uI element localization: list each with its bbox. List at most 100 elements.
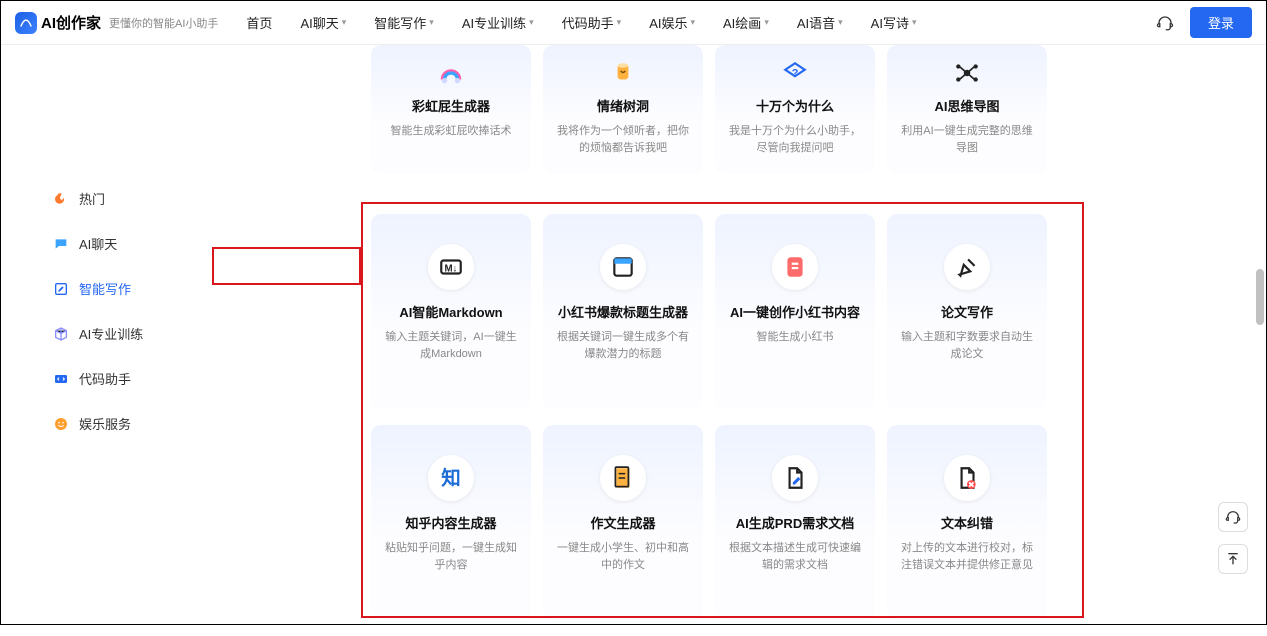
logo-icon <box>15 12 37 34</box>
svg-text:?: ? <box>792 67 799 79</box>
card-title: 文本纠错 <box>897 513 1037 532</box>
card-description: 智能生成彩虹屁吹捧话术 <box>381 123 521 140</box>
card-description: 输入主题关键词，AI一键生成Markdown <box>381 329 521 362</box>
chevron-down-icon: ▾ <box>838 17 843 28</box>
nav-label: AI写诗 <box>871 13 909 32</box>
feature-card[interactable]: AI思维导图利用AI一键生成完整的思维导图 <box>887 45 1047 174</box>
feature-card[interactable]: 情绪树洞我将作为一个倾听者，把你的烦恼都告诉我吧 <box>543 45 703 174</box>
feature-card[interactable]: 论文写作输入主题和字数要求自动生成论文 <box>887 214 1047 409</box>
nav-item-2[interactable]: 智能写作▾ <box>374 13 434 32</box>
sidebar-item-cube[interactable]: AI专业训练 <box>37 314 171 353</box>
sidebar-item-label: 娱乐服务 <box>79 414 131 433</box>
window-icon <box>600 244 646 290</box>
feature-card[interactable]: M↓ AI智能Markdown 输入主题关键词，AI一键生成Markdown <box>371 214 531 409</box>
sidebar-item-label: 热门 <box>79 189 105 208</box>
chevron-down-icon: ▾ <box>617 17 622 28</box>
nav-label: AI绘画 <box>723 13 761 32</box>
card-title: 彩虹屁生成器 <box>381 96 521 115</box>
login-button[interactable]: 登录 <box>1190 7 1252 38</box>
scrollbar-track[interactable] <box>1254 45 1264 622</box>
feature-card[interactable]: 文本纠错对上传的文本进行校对，标注错误文本并提供修正意见 <box>887 425 1047 620</box>
float-buttons <box>1218 502 1248 574</box>
chevron-down-icon: ▾ <box>764 17 769 28</box>
sidebar-item-flame[interactable]: 热门 <box>37 179 171 218</box>
nav-item-0[interactable]: 首页 <box>246 13 272 32</box>
fileedit-icon <box>772 455 818 501</box>
card-description: 粘贴知乎问题，一键生成知乎内容 <box>381 540 521 573</box>
nav-label: 首页 <box>246 13 272 32</box>
card-description: 我是十万个为什么小助手，尽管向我提问吧 <box>725 123 865 156</box>
pen-icon <box>944 244 990 290</box>
card-description: 我将作为一个倾听者，把你的烦恼都告诉我吧 <box>553 123 693 156</box>
nav-item-6[interactable]: AI绘画▾ <box>723 13 769 32</box>
float-back-to-top-button[interactable] <box>1218 544 1248 574</box>
question-icon: ? <box>725 60 865 86</box>
paper-icon <box>600 455 646 501</box>
card-row-mid: M↓ AI智能Markdown 输入主题关键词，AI一键生成Markdown 小红书爆… <box>241 214 1246 409</box>
brand-name: AI创作家 <box>41 12 101 33</box>
chevron-down-icon: ▾ <box>690 17 695 28</box>
card-title: 小红书爆款标题生成器 <box>553 302 693 321</box>
sidebar-item-smile[interactable]: 娱乐服务 <box>37 404 171 443</box>
nav-item-1[interactable]: AI聊天▾ <box>300 13 346 32</box>
feature-card[interactable]: 知知乎内容生成器粘贴知乎问题，一键生成知乎内容 <box>371 425 531 620</box>
chevron-down-icon: ▾ <box>429 17 434 28</box>
card-description: 利用AI一键生成完整的思维导图 <box>897 123 1037 156</box>
float-support-button[interactable] <box>1218 502 1248 532</box>
doc-icon <box>772 244 818 290</box>
sidebar-item-label: AI聊天 <box>79 234 117 253</box>
nav-label: 代码助手 <box>562 13 614 32</box>
zhi-icon: 知 <box>428 455 474 501</box>
card-description: 根据文本描述生成可快速编辑的需求文档 <box>725 540 865 573</box>
top-bar: AI创作家 更懂你的智能AI小助手 首页AI聊天▾智能写作▾AI专业训练▾代码助… <box>1 1 1266 45</box>
card-title: AI智能Markdown <box>381 302 521 321</box>
feature-card[interactable]: AI一键创作小红书内容智能生成小红书 <box>715 214 875 409</box>
nav-label: AI娱乐 <box>649 13 687 32</box>
card-description: 智能生成小红书 <box>725 329 865 346</box>
card-title: 作文生成器 <box>553 513 693 532</box>
feature-card[interactable]: 小红书爆款标题生成器根据关键词一键生成多个有爆款潜力的标题 <box>543 214 703 409</box>
nav-item-5[interactable]: AI娱乐▾ <box>649 13 695 32</box>
svg-text:M↓: M↓ <box>445 263 458 274</box>
feature-card[interactable]: ? 十万个为什么我是十万个为什么小助手，尽管向我提问吧 <box>715 45 875 174</box>
scrollbar-thumb[interactable] <box>1256 269 1264 325</box>
brand-logo[interactable]: AI创作家 <box>15 12 101 34</box>
card-row-bot: 知知乎内容生成器粘贴知乎问题，一键生成知乎内容作文生成器一键生成小学生、初中和高… <box>241 425 1246 620</box>
sidebar-item-label: AI专业训练 <box>79 324 143 343</box>
cube-icon <box>53 326 69 342</box>
card-title: 情绪树洞 <box>553 96 693 115</box>
card-title: 十万个为什么 <box>725 96 865 115</box>
feature-card[interactable]: 彩虹屁生成器智能生成彩虹屁吹捧话术 <box>371 45 531 174</box>
feature-card[interactable]: 作文生成器一键生成小学生、初中和高中的作文 <box>543 425 703 620</box>
chevron-down-icon: ▾ <box>529 17 534 28</box>
sidebar-item-label: 智能写作 <box>79 279 131 298</box>
card-title: AI一键创作小红书内容 <box>725 302 865 321</box>
feature-card[interactable]: AI生成PRD需求文档根据文本描述生成可快速编辑的需求文档 <box>715 425 875 620</box>
nav-item-7[interactable]: AI语音▾ <box>797 13 843 32</box>
sidebar-item-chat[interactable]: AI聊天 <box>37 224 171 263</box>
mindmap-icon <box>897 60 1037 86</box>
cup-icon <box>553 60 693 86</box>
main-area: 热门 AI聊天智能写作 AI专业训练代码助手娱乐服务 彩虹屁生成器智能生成彩虹屁吹捧… <box>1 45 1266 636</box>
chat-icon <box>53 236 69 252</box>
sidebar-item-edit[interactable]: 智能写作 <box>37 269 171 308</box>
nav-item-3[interactable]: AI专业训练▾ <box>462 13 534 32</box>
sidebar-item-code[interactable]: 代码助手 <box>37 359 171 398</box>
card-description: 对上传的文本进行校对，标注错误文本并提供修正意见 <box>897 540 1037 573</box>
card-description: 根据关键词一键生成多个有爆款潜力的标题 <box>553 329 693 362</box>
nav-item-8[interactable]: AI写诗▾ <box>871 13 917 32</box>
code-icon <box>53 371 69 387</box>
edit-icon <box>53 281 69 297</box>
support-icon[interactable] <box>1156 14 1174 32</box>
md-icon: M↓ <box>428 244 474 290</box>
nav-label: 智能写作 <box>374 13 426 32</box>
nav-label: AI语音 <box>797 13 835 32</box>
nav-label: AI聊天 <box>300 13 338 32</box>
smile-icon <box>53 416 69 432</box>
tagline: 更懂你的智能AI小助手 <box>109 15 218 31</box>
fileerr-icon <box>944 455 990 501</box>
nav-item-4[interactable]: 代码助手▾ <box>562 13 622 32</box>
card-title: AI思维导图 <box>897 96 1037 115</box>
flame-icon <box>53 191 69 207</box>
sidebar-item-label: 代码助手 <box>79 369 131 388</box>
